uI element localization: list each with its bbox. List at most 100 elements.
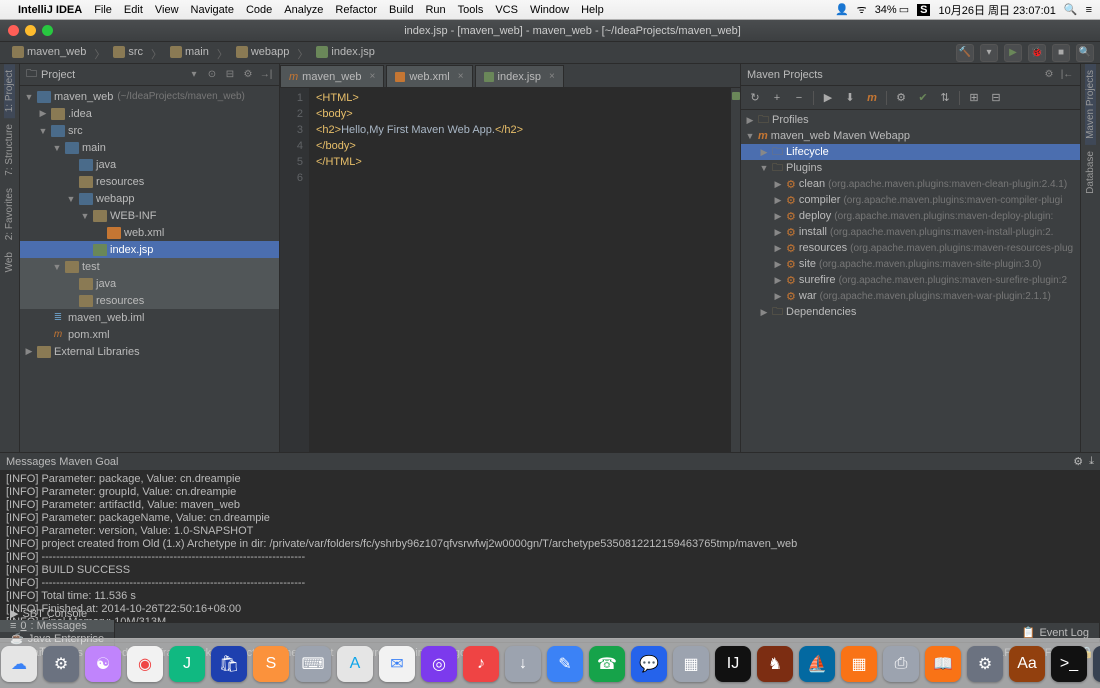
maven-toolbar-button[interactable]: ✔ <box>913 89 933 107</box>
tree-expander-icon[interactable]: ▶ <box>759 147 769 158</box>
menu-tools[interactable]: Tools <box>458 4 484 16</box>
tree-expander-icon[interactable]: ▶ <box>773 275 783 286</box>
tree-node[interactable]: ▶.idea <box>20 105 279 122</box>
dock-app-icon[interactable]: ↓ <box>505 646 541 682</box>
tree-node[interactable]: ▶External Libraries <box>20 343 279 360</box>
status-s-icon[interactable]: S <box>917 4 930 16</box>
dock-app-icon[interactable]: ⌨ <box>295 646 331 682</box>
tree-node[interactable]: ▼test <box>20 258 279 275</box>
maven-tree-node[interactable]: ▶⚙war (org.apache.maven.plugins:maven-wa… <box>741 288 1080 304</box>
maven-tree-node[interactable]: ▶🗀Profiles <box>741 112 1080 128</box>
tool-window-button[interactable]: Database <box>1085 145 1096 200</box>
tree-node[interactable]: mpom.xml <box>20 326 279 343</box>
code-line[interactable]: <HTML> <box>316 90 724 106</box>
collapse-all-icon[interactable]: ⊟ <box>223 68 237 82</box>
tree-expander-icon[interactable]: ▶ <box>773 259 783 270</box>
dock-app-icon[interactable]: A <box>337 646 373 682</box>
toolbar-run-button[interactable]: ▶ <box>1004 44 1022 62</box>
maven-toolbar-button[interactable]: − <box>789 89 809 107</box>
maven-toolbar-button[interactable]: m <box>862 89 882 107</box>
dock-app-icon[interactable]: ⛵ <box>799 646 835 682</box>
toolbar-run-config-dropdown[interactable]: ▾ <box>980 44 998 62</box>
tree-expander-icon[interactable]: ▶ <box>759 307 769 318</box>
tree-node[interactable]: ▼webapp <box>20 190 279 207</box>
dock-app-icon[interactable]: S <box>253 646 289 682</box>
breadcrumb-item[interactable]: src <box>107 44 149 60</box>
tree-expander-icon[interactable]: ▼ <box>38 126 48 136</box>
tree-node[interactable]: java <box>20 156 279 173</box>
tree-node[interactable]: resources <box>20 173 279 190</box>
menu-window[interactable]: Window <box>530 4 569 16</box>
breadcrumb-item[interactable]: index.jsp <box>310 44 380 60</box>
tree-node[interactable]: index.jsp <box>20 241 279 258</box>
maven-tree-node[interactable]: ▶⚙resources (org.apache.maven.plugins:ma… <box>741 240 1080 256</box>
notification-center-icon[interactable]: ≡ <box>1086 4 1092 16</box>
maven-tree-node[interactable]: ▶⚙install (org.apache.maven.plugins:mave… <box>741 224 1080 240</box>
dock-app-icon[interactable]: ♪ <box>463 646 499 682</box>
maven-tree-node[interactable]: ▶⚙clean (org.apache.maven.plugins:maven-… <box>741 176 1080 192</box>
maven-toolbar-button[interactable]: ▶ <box>818 89 838 107</box>
toolbar-make-button[interactable]: 🔨 <box>956 44 974 62</box>
tree-expander-icon[interactable]: ▶ <box>773 291 783 302</box>
tree-expander-icon[interactable]: ▶ <box>38 108 48 119</box>
tree-expander-icon[interactable]: ▼ <box>52 262 62 272</box>
dock-app-icon[interactable]: ⚙ <box>967 646 1003 682</box>
dock-app-icon[interactable]: 💬 <box>631 646 667 682</box>
window-close-button[interactable] <box>8 25 19 36</box>
maven-tree-node[interactable]: ▼🗀Plugins <box>741 160 1080 176</box>
menu-edit[interactable]: Edit <box>124 4 143 16</box>
menu-help[interactable]: Help <box>581 4 604 16</box>
status-datetime[interactable]: 10月26日 周日 23:07:01 <box>938 2 1055 18</box>
maven-toolbar-button[interactable]: ↻ <box>745 89 765 107</box>
dock-app-icon[interactable]: ≫ <box>1093 646 1100 682</box>
menu-code[interactable]: Code <box>246 4 272 16</box>
window-zoom-button[interactable] <box>42 25 53 36</box>
code-line[interactable]: </HTML> <box>316 154 724 170</box>
menu-vcs[interactable]: VCS <box>495 4 518 16</box>
dock-app-icon[interactable]: Aa <box>1009 646 1045 682</box>
dock-app-icon[interactable]: >_ <box>1051 646 1087 682</box>
bottom-tab[interactable]: ▶SBT Console <box>0 607 115 620</box>
dock-app-icon[interactable]: ⎙ <box>883 646 919 682</box>
breadcrumb-item[interactable]: maven_web <box>6 44 92 60</box>
code-line[interactable]: <h2>Hello,My First Maven Web App.</h2> <box>316 122 724 138</box>
status-wifi-icon[interactable]: ᯤ <box>857 2 867 17</box>
tree-node[interactable]: ≣maven_web.iml <box>20 309 279 326</box>
toolbar-stop-button[interactable]: ■ <box>1052 44 1070 62</box>
hide-panel-icon[interactable]: ⤓ <box>1089 455 1094 468</box>
dock-app-icon[interactable]: ▦ <box>841 646 877 682</box>
editor-tab[interactable]: mmaven_web× <box>280 65 384 87</box>
tree-expander-icon[interactable]: ▼ <box>24 92 34 102</box>
tool-window-button[interactable]: Web <box>4 246 15 278</box>
tree-expander-icon[interactable]: ▶ <box>745 115 755 126</box>
tool-window-button[interactable]: 7: Structure <box>4 118 15 182</box>
status-user-icon[interactable]: 👤 <box>835 3 849 16</box>
dock-app-icon[interactable]: ✎ <box>547 646 583 682</box>
tool-window-button[interactable]: Maven Projects <box>1085 64 1096 145</box>
tab-close-icon[interactable]: × <box>458 71 464 82</box>
tree-expander-icon[interactable]: ▼ <box>52 143 62 153</box>
console-output[interactable]: [INFO] Parameter: package, Value: cn.dre… <box>0 471 1100 622</box>
dock-app-icon[interactable]: ☎ <box>589 646 625 682</box>
scroll-from-source-icon[interactable]: ⊙ <box>205 68 219 82</box>
tool-window-button[interactable]: 2: Favorites <box>4 182 15 246</box>
maven-tree-node[interactable]: ▶⚙compiler (org.apache.maven.plugins:mav… <box>741 192 1080 208</box>
tree-node[interactable]: java <box>20 275 279 292</box>
tree-node[interactable]: ▼maven_web(~/IdeaProjects/maven_web) <box>20 88 279 105</box>
dock-app-icon[interactable]: ☯ <box>85 646 121 682</box>
dock-app-icon[interactable]: ♞ <box>757 646 793 682</box>
hide-panel-icon[interactable]: |← <box>1060 68 1074 82</box>
project-tree[interactable]: ▼maven_web(~/IdeaProjects/maven_web)▶.id… <box>20 86 279 452</box>
code-line[interactable]: </body> <box>316 138 724 154</box>
tree-node[interactable]: resources <box>20 292 279 309</box>
editor-tab[interactable]: index.jsp× <box>475 65 564 87</box>
tree-node[interactable]: ▼main <box>20 139 279 156</box>
dock-app-icon[interactable]: IJ <box>715 646 751 682</box>
tree-expander-icon[interactable]: ▼ <box>745 131 755 141</box>
editor-code[interactable]: <HTML><body><h2>Hello,My First Maven Web… <box>310 88 730 452</box>
maven-toolbar-button[interactable]: ⊞ <box>964 89 984 107</box>
tree-node[interactable]: ▼WEB-INF <box>20 207 279 224</box>
maven-tree-node[interactable]: ▶⚙site (org.apache.maven.plugins:maven-s… <box>741 256 1080 272</box>
spotlight-icon[interactable]: 🔍 <box>1064 3 1078 16</box>
tree-expander-icon[interactable]: ▼ <box>66 194 76 204</box>
